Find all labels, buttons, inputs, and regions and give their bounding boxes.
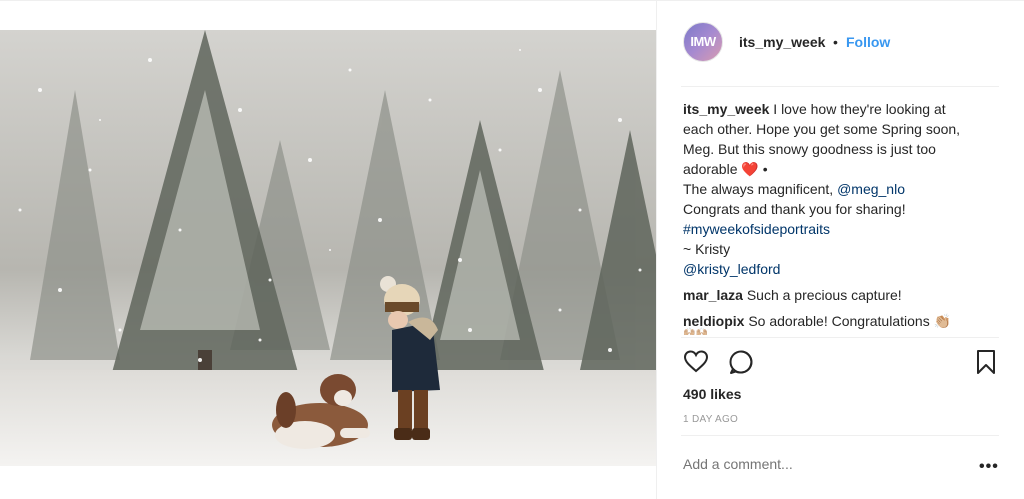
caption-username[interactable]: its_my_week bbox=[683, 101, 769, 117]
comment-username[interactable]: mar_laza bbox=[683, 287, 743, 303]
mention-link-meg[interactable]: @meg_nlo bbox=[837, 181, 905, 197]
red-heart-icon: ❤️ bbox=[741, 161, 759, 177]
bookmark-icon[interactable] bbox=[975, 349, 997, 375]
caption-line-8: ~ Kristy bbox=[683, 241, 731, 257]
clapping-hands-icon: 👏🏼 bbox=[933, 313, 952, 329]
caption-line-4: adorable ❤️ • bbox=[683, 159, 1003, 179]
snow-scene-image bbox=[0, 30, 656, 466]
caption-text-4: adorable bbox=[683, 161, 738, 177]
post-photo[interactable] bbox=[0, 30, 656, 466]
heart-outline-icon[interactable] bbox=[683, 349, 709, 373]
post-date[interactable]: 1 DAY AGO bbox=[683, 414, 738, 425]
speech-bubble-icon[interactable] bbox=[728, 349, 754, 375]
comment-item: mar_laza Such a precious capture! bbox=[683, 285, 1013, 305]
caption-line-6: Congrats and thank you for sharing! bbox=[683, 201, 906, 217]
caption-text-5: The always magnificent, bbox=[683, 181, 834, 197]
username-link[interactable]: its_my_week bbox=[739, 34, 825, 50]
caption-line-2: each other. Hope you get some Spring soo… bbox=[683, 121, 961, 137]
comment-text: Such a precious capture! bbox=[746, 287, 902, 303]
caption-bullet: • bbox=[762, 161, 768, 177]
comment-item: neldiopix So adorable! Congratulations 👏… bbox=[683, 311, 1013, 335]
caption-line-5: The always magnificent, @meg_nlo bbox=[683, 179, 1003, 199]
header-divider bbox=[681, 86, 999, 87]
more-options-icon[interactable]: ••• bbox=[979, 458, 999, 476]
actions-divider bbox=[681, 337, 999, 338]
hashtag-link[interactable]: #myweekofsideportraits bbox=[683, 219, 1003, 239]
post-header: IMW its_my_week • Follow bbox=[657, 0, 1024, 86]
comment-text: So adorable! Congratulations bbox=[748, 313, 930, 329]
caption-text-1: I love how they're looking at bbox=[773, 101, 946, 117]
comment-divider bbox=[681, 435, 999, 436]
add-comment-input[interactable] bbox=[683, 456, 963, 472]
post-caption: its_my_week I love how they're looking a… bbox=[683, 99, 1003, 279]
mention-link-kristy[interactable]: @kristy_ledford bbox=[683, 259, 1003, 279]
likes-count[interactable]: 490 likes bbox=[683, 386, 741, 402]
avatar-text: IMW bbox=[690, 34, 716, 49]
post-side-panel: IMW its_my_week • Follow its_my_week I l… bbox=[656, 0, 1024, 499]
caption-line-1: its_my_week I love how they're looking a… bbox=[683, 99, 1003, 119]
follow-separator: • bbox=[833, 34, 838, 50]
comment-username[interactable]: neldiopix bbox=[683, 313, 744, 329]
follow-button[interactable]: Follow bbox=[846, 34, 890, 50]
avatar[interactable]: IMW bbox=[683, 22, 723, 62]
instagram-post: IMW its_my_week • Follow its_my_week I l… bbox=[0, 0, 1024, 499]
caption-line-3: Meg. But this snowy goodness is just too bbox=[683, 141, 936, 157]
comment-emoji-tail: 🙌🏼🙌🏼 bbox=[683, 328, 708, 336]
